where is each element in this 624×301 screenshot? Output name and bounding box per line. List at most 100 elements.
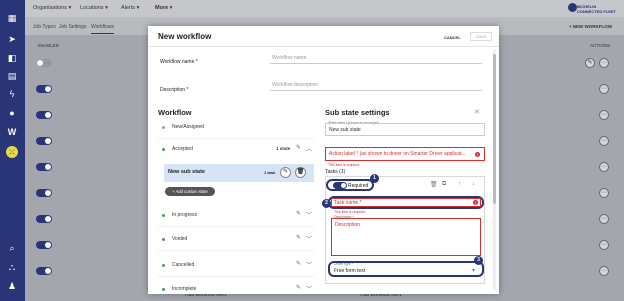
chevron-down-icon[interactable]: ﹀: [306, 210, 312, 219]
michelin-logo-icon: [568, 3, 577, 12]
enabled-toggle[interactable]: [36, 137, 52, 145]
row-more-button[interactable]: ⋯: [599, 188, 609, 198]
w-logo-icon[interactable]: W: [6, 126, 18, 138]
save-button[interactable]: SAVE: [470, 32, 492, 41]
edit-pencil-icon[interactable]: ✎: [296, 144, 301, 151]
divider: [158, 250, 314, 251]
vehicles-icon[interactable]: ◧: [6, 52, 18, 64]
action-label-input[interactable]: Action label * (as shown to driver on Sm…: [325, 147, 485, 161]
description-label: Description *: [160, 87, 189, 93]
edit-substate-icon[interactable]: ✎: [280, 167, 291, 178]
top-nav: Organisations ▾ Locations ▾ Alerts ▾ Mor…: [25, 0, 624, 17]
nav-more[interactable]: More ▾: [155, 5, 172, 11]
callout-badge-1: 1: [370, 174, 379, 183]
delete-substate-icon[interactable]: 🗑: [295, 167, 306, 178]
modal-scrollbar[interactable]: [493, 50, 496, 290]
close-icon[interactable]: ✕: [474, 108, 480, 116]
nav-alerts[interactable]: Alerts ▾: [121, 5, 139, 11]
delete-task-icon[interactable]: 🗑: [430, 181, 438, 188]
state-label: Accepted: [172, 146, 193, 152]
enabled-toggle[interactable]: [36, 189, 52, 197]
add-custom-state-button[interactable]: + Add custom state: [165, 187, 215, 196]
state-count: 1 state: [276, 146, 291, 151]
row-more-button[interactable]: ⋯: [599, 240, 609, 250]
chevron-down-icon[interactable]: ▾: [472, 267, 475, 274]
state-incomplete[interactable]: Incomplete ✎ ﹀: [158, 279, 314, 294]
description-input[interactable]: Workflow description: [270, 81, 482, 91]
brand-line-2: CONNECTED FLEET: [576, 9, 616, 14]
substate-row-new-sub-state[interactable]: New sub state 1 task ✎ 🗑: [164, 164, 314, 182]
row-more-button[interactable]: ⋯: [599, 214, 609, 224]
network-icon[interactable]: ⛬: [6, 261, 18, 273]
arrow-up-icon[interactable]: ↑: [458, 181, 461, 187]
scrollbar-thumb[interactable]: [493, 54, 496, 204]
row-more-button[interactable]: ⋯: [599, 84, 609, 94]
workflow-name-input[interactable]: Workflow name: [270, 54, 482, 64]
row-more-button[interactable]: ⋯: [599, 110, 609, 120]
enabled-toggle[interactable]: [36, 85, 52, 93]
layers-icon[interactable]: ▤: [6, 70, 18, 82]
action-label-error: This field is required: [328, 163, 360, 167]
bolt-icon[interactable]: ϟ: [6, 88, 18, 100]
row-more-button[interactable]: ⋯: [599, 162, 609, 172]
state-voided[interactable]: Voided ✎ ﹀: [158, 229, 314, 251]
state-label: New/Assigned: [172, 124, 204, 130]
substate-count: 1 task: [264, 170, 276, 175]
arrow-down-icon[interactable]: ↓: [472, 181, 475, 187]
required-toggle[interactable]: [333, 182, 347, 189]
search-icon[interactable]: ⌕: [6, 242, 18, 254]
tasks-label: Tasks (1): [325, 169, 346, 175]
nav-locations[interactable]: Locations ▾: [80, 5, 108, 11]
state-dot: [162, 126, 165, 129]
column-enabled: ENABLED: [38, 43, 60, 48]
edit-pencil-icon[interactable]: ✎: [296, 234, 301, 241]
edit-pencil-icon[interactable]: ✎: [296, 284, 301, 291]
copy-task-icon[interactable]: ⧉: [442, 181, 446, 188]
apps-grid-icon[interactable]: ⁙: [6, 146, 18, 158]
error-alert-icon: !: [475, 152, 480, 157]
enabled-toggle[interactable]: [36, 59, 52, 67]
enabled-toggle[interactable]: [36, 163, 52, 171]
state-cancelled[interactable]: Cancelled ✎ ﹀: [158, 255, 314, 277]
nav-organisations[interactable]: Organisations ▾: [33, 5, 71, 11]
edit-pencil-icon[interactable]: ✎: [296, 260, 301, 267]
row-edit-button[interactable]: ✎: [585, 58, 595, 68]
notifications-icon[interactable]: ♟: [6, 280, 18, 292]
row-more-button[interactable]: ⋯: [599, 58, 609, 68]
state-name-input[interactable]: New sub state: [325, 123, 485, 136]
workflow-section-title: Workflow: [158, 108, 192, 117]
new-workflow-button[interactable]: + NEW WORKFLOW: [569, 24, 612, 29]
enabled-toggle[interactable]: [36, 111, 52, 119]
enabled-toggle[interactable]: [36, 267, 52, 275]
row-more-button[interactable]: ⋯: [599, 266, 609, 276]
chevron-up-icon[interactable]: ︿: [306, 144, 312, 153]
enabled-toggle[interactable]: [36, 215, 52, 223]
enabled-toggle[interactable]: [36, 241, 52, 249]
cancel-button[interactable]: CANCEL: [444, 35, 461, 40]
callout-badge-2: 2: [322, 199, 331, 208]
chevron-down-icon[interactable]: ﹀: [306, 260, 312, 269]
modal-title: New workflow: [158, 32, 212, 41]
new-workflow-modal: New workflow CANCEL SAVE Workflow name *…: [148, 26, 499, 294]
droplet-icon[interactable]: ●: [6, 107, 18, 119]
state-new-assigned[interactable]: New/Assigned: [158, 117, 314, 139]
chevron-down-icon[interactable]: ﹀: [306, 284, 312, 293]
task-description-input[interactable]: Description: [331, 218, 481, 256]
task-name-input[interactable]: Task name *: [331, 198, 481, 207]
chevron-down-icon[interactable]: ﹀: [306, 234, 312, 243]
edit-pencil-icon[interactable]: ✎: [296, 210, 301, 217]
state-in-progress[interactable]: In progress ✎ ﹀: [158, 205, 314, 227]
tab-workflows[interactable]: Workflows: [91, 24, 114, 34]
callout-badge-3: 3: [474, 256, 483, 265]
row-more-button[interactable]: ⋯: [599, 136, 609, 146]
brand-text: MICHELIN CONNECTED FLEET: [577, 4, 616, 14]
task-card: Required 1 🗑 ⧉ ↑ ↓ Task name * ! 2 This …: [322, 174, 485, 284]
driver-type-caption: Driver type *: [334, 262, 354, 266]
task-name-error: This field is required: [334, 210, 366, 214]
dashboard-icon[interactable]: ▦: [6, 12, 18, 24]
driver-type-select[interactable]: Free form text: [334, 268, 365, 274]
tab-job-settings[interactable]: Job Settings: [59, 24, 87, 30]
navigation-icon[interactable]: ➤: [6, 33, 18, 45]
tab-job-types[interactable]: Job Types: [33, 24, 56, 30]
state-accepted[interactable]: Accepted 1 state ✎ ︿: [158, 139, 314, 161]
